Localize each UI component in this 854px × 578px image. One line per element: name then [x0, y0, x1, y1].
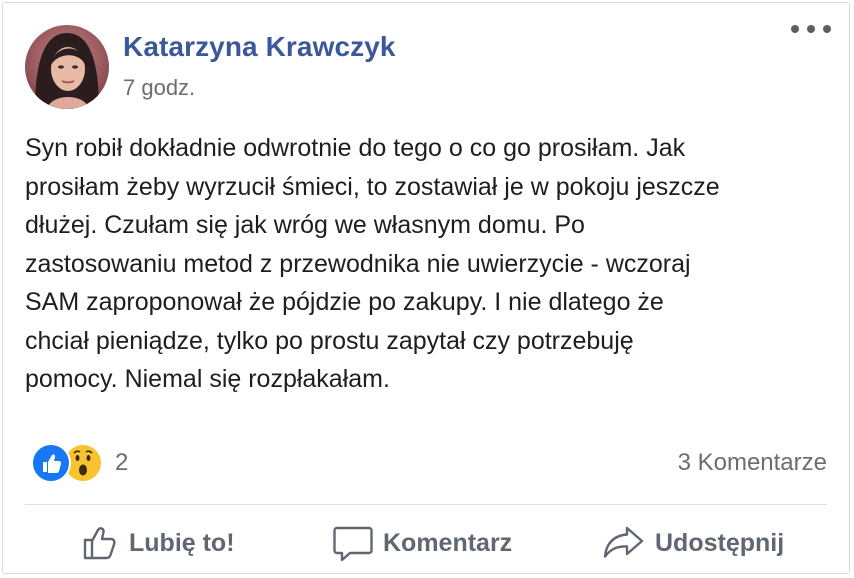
reaction-count: 2	[115, 449, 129, 476]
post-text-line: dłużej. Czułam się jak wróg we własnym d…	[25, 211, 585, 239]
like-button[interactable]: Lubię to!	[81, 523, 235, 563]
comment-button[interactable]: Komentarz	[333, 523, 512, 563]
post-text-line: zastosowaniu metod z przewodnika nie uwi…	[25, 249, 691, 278]
post-text-line: pomocy. Niemal się rozpłakałam.	[25, 365, 390, 393]
post-text-line: SAM zaproponował że pójdzie po zakupy. I…	[25, 288, 664, 316]
share-button[interactable]: Udostępnij	[601, 523, 784, 563]
post-text: Syn robił dokładnie odwrotnie do tego o …	[25, 129, 825, 399]
share-button-label: Udostępnij	[655, 528, 785, 557]
share-arrow-icon	[603, 526, 644, 558]
comment-bubble-icon	[333, 526, 373, 562]
post-timestamp[interactable]: 7 godz.	[123, 75, 195, 101]
post-text-line: Syn robił dokładnie odwrotnie do tego o …	[25, 134, 686, 162]
thumbs-up-icon	[83, 527, 116, 560]
more-options-icon[interactable]	[791, 17, 831, 41]
comments-count[interactable]: 3 Komentarze	[678, 449, 827, 477]
avatar-image	[25, 25, 109, 109]
like-icon	[31, 443, 71, 483]
reactions-summary[interactable]: 2	[31, 443, 128, 483]
post-card: Katarzyna Krawczyk 7 godz. Syn robił dok…	[2, 2, 850, 574]
comment-button-label: Komentarz	[383, 528, 513, 557]
post-text-line: prosiłam żeby wyrzucił śmieci, to zostaw…	[25, 172, 720, 201]
author-name[interactable]: Katarzyna Krawczyk	[123, 31, 396, 63]
divider	[25, 504, 827, 505]
post-text-line: chciał pieniądze, tylko po prostu zapyta…	[25, 326, 634, 355]
like-button-label: Lubię to!	[129, 528, 235, 557]
avatar[interactable]	[25, 25, 109, 109]
action-bar: Lubię to! Komentarz Udostępnij	[3, 511, 849, 575]
